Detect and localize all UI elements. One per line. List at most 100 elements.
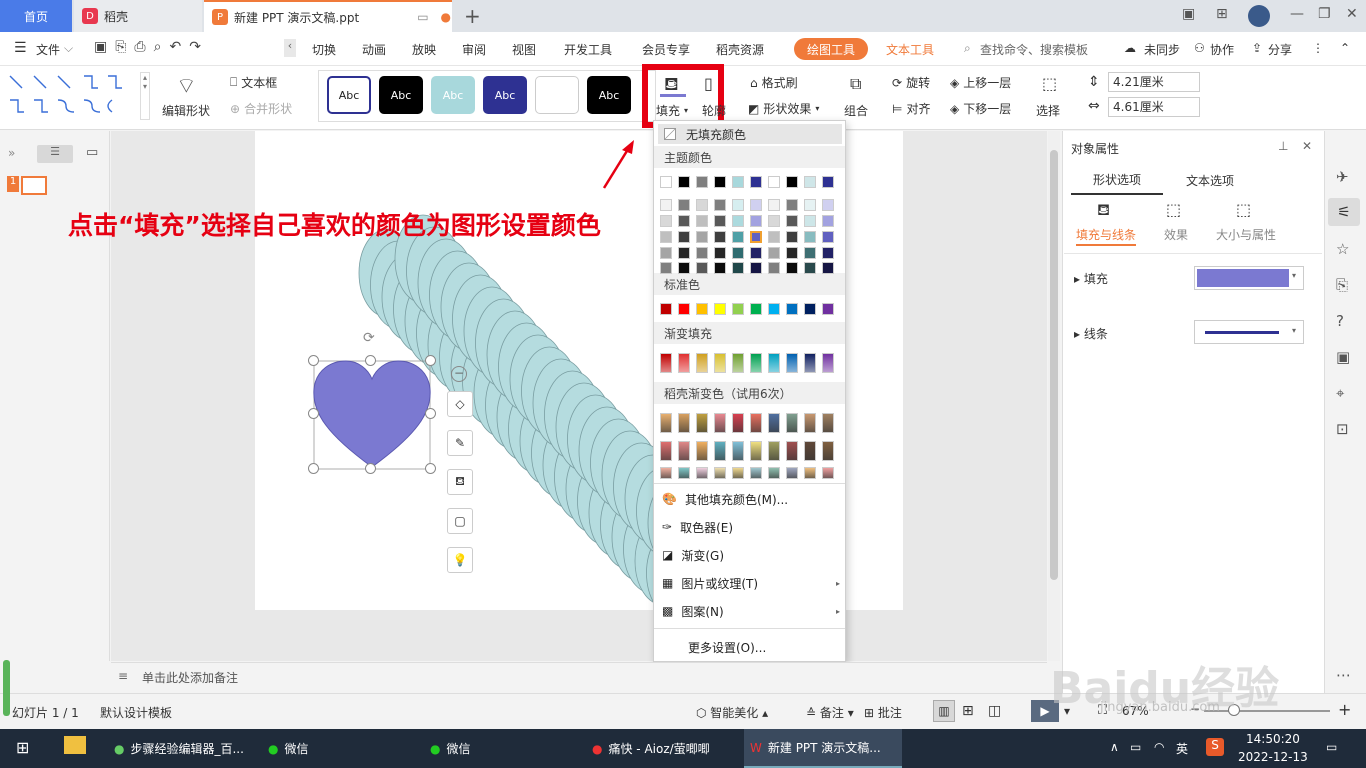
taskbar-item-active[interactable]: W 新建 PPT 演示文稿...: [744, 729, 902, 768]
theme-shade-swatch[interactable]: [750, 247, 762, 259]
theme-shade-swatch[interactable]: [660, 215, 672, 227]
outline-button[interactable]: 轮廓: [702, 102, 726, 119]
theme-shade-swatch[interactable]: [696, 231, 708, 243]
gradient-swatch[interactable]: [750, 353, 762, 373]
grid-icon[interactable]: ⊞: [1216, 6, 1228, 22]
menu-item[interactable]: 放映: [412, 41, 436, 58]
new-tab-button[interactable]: +: [464, 4, 481, 28]
theme-shade-swatch[interactable]: [678, 262, 690, 274]
layers-icon[interactable]: ◇: [447, 391, 473, 417]
windows-start-icon[interactable]: ⊞: [16, 738, 29, 757]
tab-drawing-tools[interactable]: 绘图工具: [794, 38, 868, 60]
theme-shade-swatch[interactable]: [678, 199, 690, 211]
resize-handle[interactable]: [308, 355, 319, 366]
theme-color-swatch[interactable]: [696, 176, 708, 188]
theme-shade-swatch[interactable]: [804, 262, 816, 274]
menu-item[interactable]: 视图: [512, 41, 536, 58]
standard-color-swatch[interactable]: [786, 303, 798, 315]
taskbar-item[interactable]: ● 微信: [262, 729, 412, 768]
theme-shade-swatch[interactable]: [768, 215, 780, 227]
theme-shade-swatch[interactable]: [768, 199, 780, 211]
more-settings-item[interactable]: 更多设置(O)...: [688, 634, 766, 660]
daoke-gradient-swatch[interactable]: [822, 413, 834, 433]
format-brush-button[interactable]: ⌂ 格式刷: [750, 74, 798, 91]
shape-style[interactable]: Abc: [379, 76, 423, 114]
shape-width-input[interactable]: 4.21厘米: [1108, 72, 1200, 92]
grid-view-icon[interactable]: ⊞: [962, 703, 974, 719]
shape-style[interactable]: Abc: [483, 76, 527, 114]
slide-thumbnail[interactable]: [21, 176, 47, 195]
daoke-gradient-swatch[interactable]: [750, 413, 762, 433]
more-icon[interactable]: ⋮: [1312, 41, 1324, 55]
theme-shade-swatch[interactable]: [714, 231, 726, 243]
outline-view-icon[interactable]: ☰: [37, 145, 73, 163]
tab-text-options[interactable]: 文本选项: [1186, 172, 1234, 189]
gradient-swatch[interactable]: [732, 353, 744, 373]
help-icon[interactable]: ?: [1336, 312, 1344, 330]
frame-icon[interactable]: ▢: [447, 508, 473, 534]
theme-shade-swatch[interactable]: [678, 247, 690, 259]
no-fill-item[interactable]: 无填充颜色: [658, 124, 842, 144]
theme-shade-swatch[interactable]: [768, 262, 780, 274]
display-icon[interactable]: ▭: [1130, 740, 1141, 754]
shape-style[interactable]: Abc: [431, 76, 475, 114]
hamburger-icon[interactable]: ☰: [14, 40, 27, 56]
daoke-gradient-swatch[interactable]: [804, 441, 816, 461]
media-icon[interactable]: ▣: [1336, 348, 1350, 366]
theme-shade-swatch[interactable]: [660, 247, 672, 259]
theme-shade-swatch[interactable]: [822, 247, 834, 259]
theme-shade-swatch[interactable]: [660, 199, 672, 211]
standard-color-swatch[interactable]: [768, 303, 780, 315]
theme-shade-swatch[interactable]: [696, 199, 708, 211]
theme-shade-swatch[interactable]: [822, 231, 834, 243]
theme-shade-swatch[interactable]: [714, 262, 726, 274]
daoke-gradient-swatch[interactable]: [750, 467, 762, 479]
reading-view-icon[interactable]: ◫: [988, 703, 1001, 719]
theme-color-swatch[interactable]: [786, 176, 798, 188]
theme-shade-swatch[interactable]: [804, 231, 816, 243]
notes-bar[interactable]: [111, 662, 1047, 692]
theme-shade-swatch[interactable]: [732, 262, 744, 274]
quick-access-icons[interactable]: ▣⎘⎙⌕↶↷: [94, 39, 209, 55]
window-layout-icon[interactable]: ▣: [1182, 6, 1195, 22]
daoke-gradient-swatch[interactable]: [732, 467, 744, 479]
daoke-gradient-swatch[interactable]: [714, 413, 726, 433]
tab-daoke[interactable]: D 稻壳: [74, 0, 202, 32]
taskbar-item[interactable]: ● 微信: [424, 729, 574, 768]
send-backward-button[interactable]: ◈ 下移一层: [950, 100, 1011, 117]
theme-shade-swatch[interactable]: [768, 247, 780, 259]
properties-icon[interactable]: ⚟: [1328, 198, 1360, 226]
theme-shade-swatch[interactable]: [804, 199, 816, 211]
tab-document[interactable]: P 新建 PPT 演示文稿.ppt ▭ ●: [204, 0, 452, 32]
standard-color-swatch[interactable]: [696, 303, 708, 315]
daoke-gradient-swatch[interactable]: [768, 441, 780, 461]
bring-forward-button[interactable]: ◈ 上移一层: [950, 74, 1011, 91]
daoke-gradient-swatch[interactable]: [732, 413, 744, 433]
collapse-icon[interactable]: ⌃: [1340, 41, 1350, 55]
theme-shade-swatch[interactable]: [732, 199, 744, 211]
close-icon[interactable]: ✕: [1346, 6, 1358, 22]
menu-item[interactable]: 切换: [312, 41, 336, 58]
notification-icon[interactable]: ▭: [1326, 740, 1337, 754]
connector-shapes-icon[interactable]: [8, 72, 138, 120]
taskbar-item[interactable]: ● 痛快 - Aioz/萤唧唧: [586, 729, 736, 768]
close-pane-icon[interactable]: ✕: [1302, 139, 1312, 153]
daoke-gradient-swatch[interactable]: [696, 413, 708, 433]
daoke-gradient-swatch[interactable]: [768, 467, 780, 479]
unsync-button[interactable]: 未同步: [1144, 41, 1180, 58]
slide-view-icon[interactable]: ▭: [86, 145, 98, 160]
tab-text-tools[interactable]: 文本工具: [886, 41, 934, 58]
avatar[interactable]: [1248, 5, 1270, 27]
expand-pane-icon[interactable]: »: [8, 146, 15, 160]
resize-handle[interactable]: [425, 408, 436, 419]
theme-shade-swatch[interactable]: [696, 215, 708, 227]
theme-color-swatch[interactable]: [804, 176, 816, 188]
theme-color-swatch[interactable]: [768, 176, 780, 188]
gradient-swatch[interactable]: [804, 353, 816, 373]
standard-color-swatch[interactable]: [678, 303, 690, 315]
restore-icon[interactable]: ❐: [1318, 6, 1331, 22]
resize-handle[interactable]: [308, 463, 319, 474]
theme-shade-swatch[interactable]: [732, 231, 744, 243]
more-options-icon[interactable]: ⋯: [1336, 666, 1351, 684]
select-button[interactable]: 选择: [1036, 102, 1060, 119]
